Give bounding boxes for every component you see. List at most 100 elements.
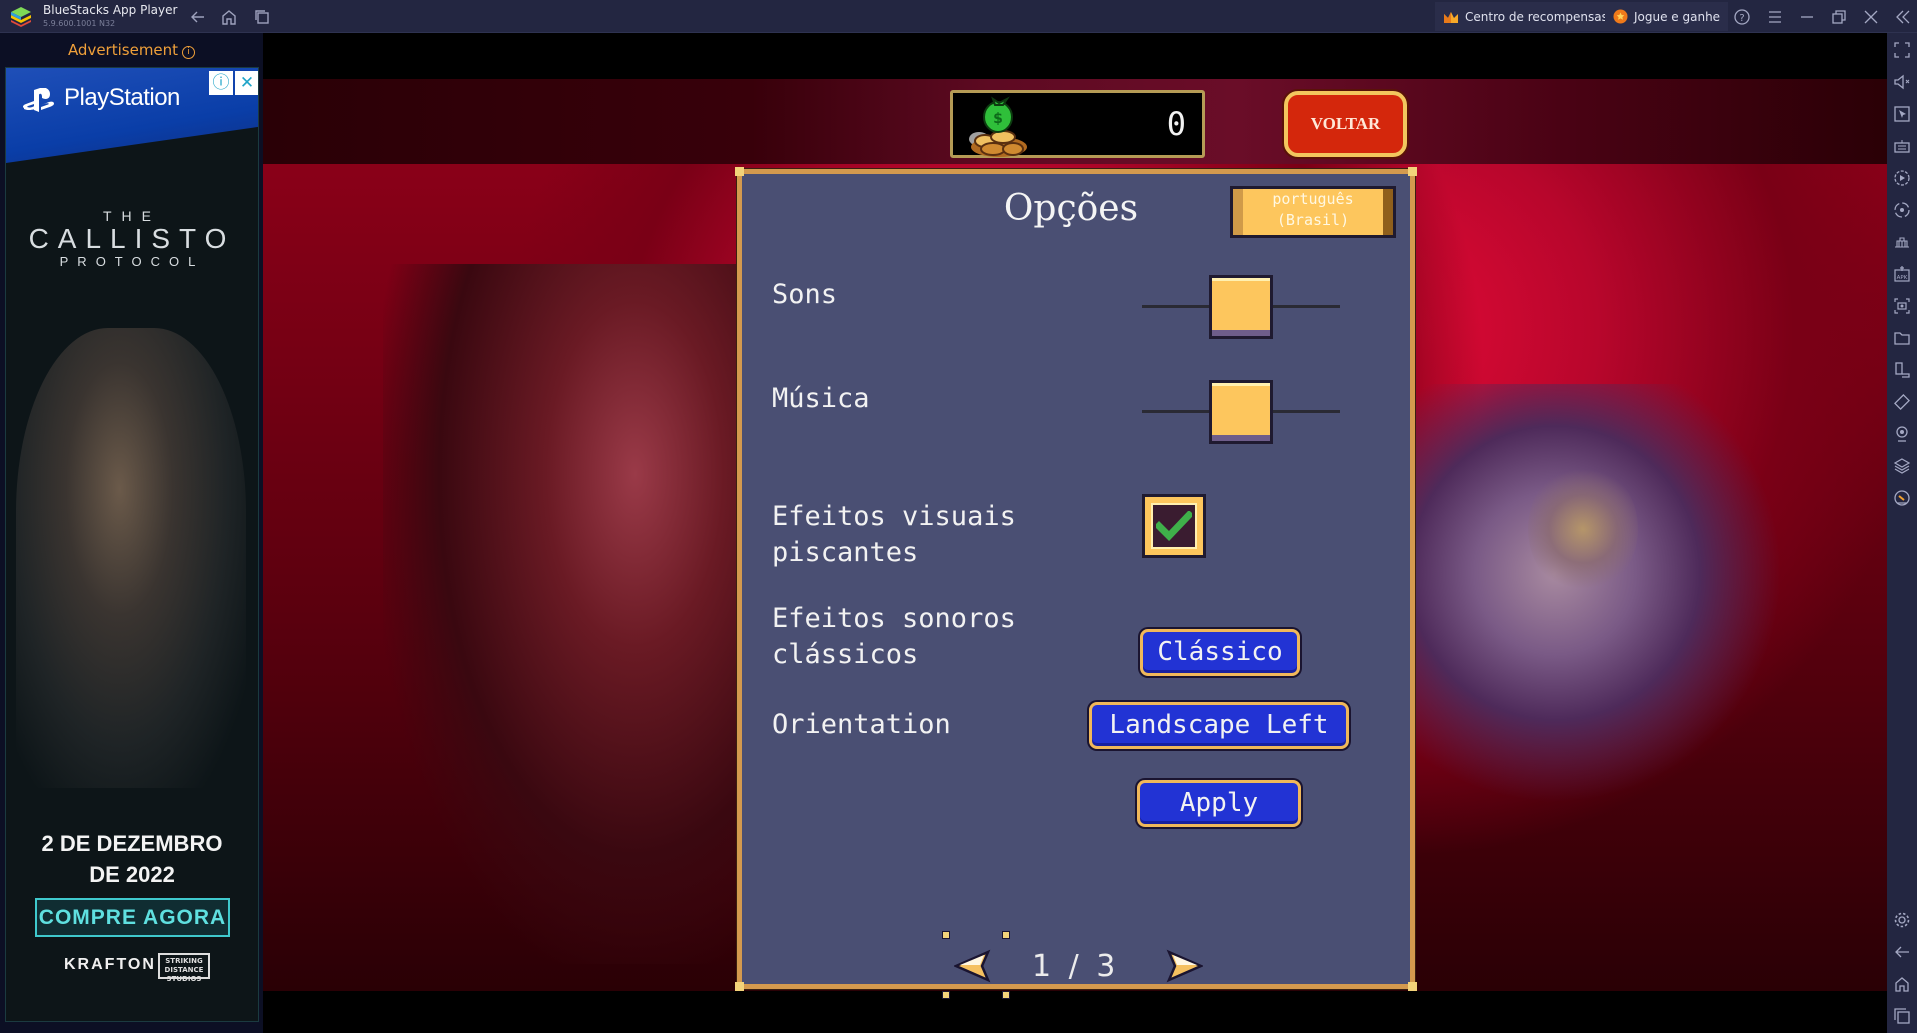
sync-icon[interactable]: [1893, 201, 1911, 219]
previous-page-arrow-icon[interactable]: [954, 949, 992, 983]
ad-choices-icon[interactable]: ⓘ: [209, 71, 233, 95]
coin-icon: [1613, 9, 1628, 24]
ad-info-icon[interactable]: i: [182, 46, 196, 59]
advertisement-label: Advertisement i: [0, 41, 263, 59]
language-button[interactable]: português (Brasil): [1230, 186, 1396, 238]
gold-amount: 0: [1166, 105, 1186, 143]
ad-date-line2: DE 2022: [89, 862, 175, 887]
gold-counter: $ 0: [950, 90, 1205, 158]
flashing-effects-label: Efeitos visuais piscantes: [772, 499, 1016, 571]
magic-orb-art: [1528, 464, 1638, 594]
language-line1: português: [1272, 190, 1354, 208]
classic-sfx-line1: Efeitos sonoros: [772, 603, 1016, 634]
back-button[interactable]: VOLTAR: [1284, 91, 1407, 157]
recent-apps-icon[interactable]: [252, 7, 272, 27]
orientation-button[interactable]: Landscape Left: [1089, 702, 1349, 749]
playstation-logo-icon: [22, 88, 54, 112]
ad-publisher-logo: KRAFTON: [64, 956, 156, 973]
slider-thumb[interactable]: [1209, 275, 1273, 339]
ad-title-line1: THE: [103, 208, 161, 224]
classic-sfx-button[interactable]: Clássico: [1140, 629, 1300, 676]
sounds-label: Sons: [772, 279, 838, 310]
macro-record-icon[interactable]: [1893, 169, 1911, 187]
home-icon[interactable]: [219, 7, 239, 27]
back-arrow-icon[interactable]: [188, 7, 208, 27]
apply-button[interactable]: Apply: [1137, 780, 1301, 827]
heroine-character-art: [1403, 384, 1783, 804]
help-icon[interactable]: ?: [1732, 7, 1752, 27]
back-icon[interactable]: [1893, 943, 1911, 961]
svg-text:?: ?: [1739, 13, 1744, 24]
rotate-icon[interactable]: [1893, 361, 1911, 379]
layers-icon[interactable]: [1893, 457, 1911, 475]
ad-astronaut-image: [16, 328, 246, 788]
ad-brand: PlayStation: [64, 84, 180, 111]
ad-date-line1: 2 DE DEZEMBRO: [41, 831, 223, 856]
keyboard-icon[interactable]: [1893, 137, 1911, 155]
panel-corner-ornament: [735, 167, 744, 176]
play-and-earn-label: Jogue e ganhe: [1634, 9, 1721, 24]
music-slider[interactable]: [1142, 380, 1340, 444]
recent-apps-icon[interactable]: [1893, 1007, 1911, 1025]
pointer-icon[interactable]: [1893, 105, 1911, 123]
game-viewport[interactable]: $ 0 VOLTAR Opções português (Brasil) Son…: [263, 33, 1887, 1033]
selection-bracket: [1002, 931, 1010, 939]
selection-bracket: [942, 991, 950, 999]
rewards-center-button[interactable]: Centro de recompensas: [1435, 2, 1616, 31]
page-indicator: 1 / 3: [1032, 949, 1120, 984]
ad-panel: Advertisement i PlayStation ⓘ ✕ THE CALLI…: [0, 33, 263, 1033]
sounds-slider[interactable]: [1142, 275, 1340, 339]
settings-icon[interactable]: [1893, 911, 1911, 929]
orientation-label: Orientation: [772, 709, 951, 740]
options-panel: Opções português (Brasil) Sons Música Ef…: [735, 167, 1417, 999]
crown-icon: [1444, 11, 1458, 23]
classic-sfx-label: Efeitos sonoros clássicos: [772, 601, 1016, 673]
pagination: 1 / 3: [742, 931, 1410, 999]
ad-game-title: THE CALLISTO PROTOCOL: [6, 208, 258, 269]
ad-title-line3: PROTOCOL: [59, 254, 205, 269]
ad-close-icon[interactable]: ✕: [235, 71, 258, 95]
fullscreen-icon[interactable]: [1893, 41, 1911, 59]
screenshot-icon[interactable]: [1893, 297, 1911, 315]
checkbox-inner: [1151, 503, 1197, 549]
checkmark-icon: [1156, 511, 1192, 541]
performance-icon[interactable]: [1893, 489, 1911, 507]
rewards-center-label: Centro de recompensas: [1465, 9, 1608, 24]
minimize-icon[interactable]: [1797, 7, 1817, 27]
volume-mute-icon[interactable]: [1893, 73, 1911, 91]
music-label: Música: [772, 383, 870, 414]
location-icon[interactable]: [1893, 425, 1911, 443]
advertisement-text: Advertisement: [67, 41, 179, 59]
ad-title-line2: CALLISTO: [28, 223, 236, 254]
home-icon[interactable]: [1893, 975, 1911, 993]
install-apk-icon[interactable]: APK: [1893, 265, 1911, 283]
bluestacks-logo-icon: [11, 7, 31, 27]
slider-thumb[interactable]: [1209, 380, 1273, 444]
ad-buy-now-button[interactable]: COMPRE AGORA: [35, 898, 230, 937]
shake-icon[interactable]: [1893, 393, 1911, 411]
money-bag-icon: $: [969, 96, 1027, 157]
ad-banner[interactable]: PlayStation ⓘ ✕ THE CALLISTO PROTOCOL 2 …: [5, 67, 259, 1022]
multi-instance-icon[interactable]: [1893, 233, 1911, 251]
ad-studio-logo: STRIKING DISTANCE STUDIOS: [158, 953, 210, 983]
folder-icon[interactable]: [1893, 329, 1911, 347]
language-line2: (Brasil): [1276, 211, 1350, 229]
app-version: 5.9.600.1001 N32: [43, 19, 116, 28]
selection-bracket: [942, 931, 950, 939]
svg-text:$: $: [993, 111, 1003, 127]
flashing-effects-checkbox[interactable]: [1142, 494, 1206, 558]
restore-icon[interactable]: [1829, 7, 1849, 27]
collapse-sidebar-icon[interactable]: [1893, 7, 1913, 27]
next-page-arrow-icon[interactable]: [1165, 949, 1203, 983]
svg-text:APK: APK: [1897, 275, 1908, 281]
title-bar: BlueStacks App Player 5.9.600.1001 N32 C…: [0, 0, 1917, 33]
classic-sfx-line2: clássicos: [772, 639, 919, 670]
selection-bracket: [1002, 991, 1010, 999]
language-label: português (Brasil): [1233, 189, 1393, 235]
ad-release-date: 2 DE DEZEMBRO DE 2022: [6, 828, 258, 890]
flashing-effects-line2: piscantes: [772, 537, 919, 568]
emulator-sidebar: APK: [1887, 33, 1917, 1033]
play-and-earn-button[interactable]: Jogue e ganhe: [1605, 2, 1729, 31]
menu-icon[interactable]: [1765, 7, 1785, 27]
close-icon[interactable]: [1861, 7, 1881, 27]
